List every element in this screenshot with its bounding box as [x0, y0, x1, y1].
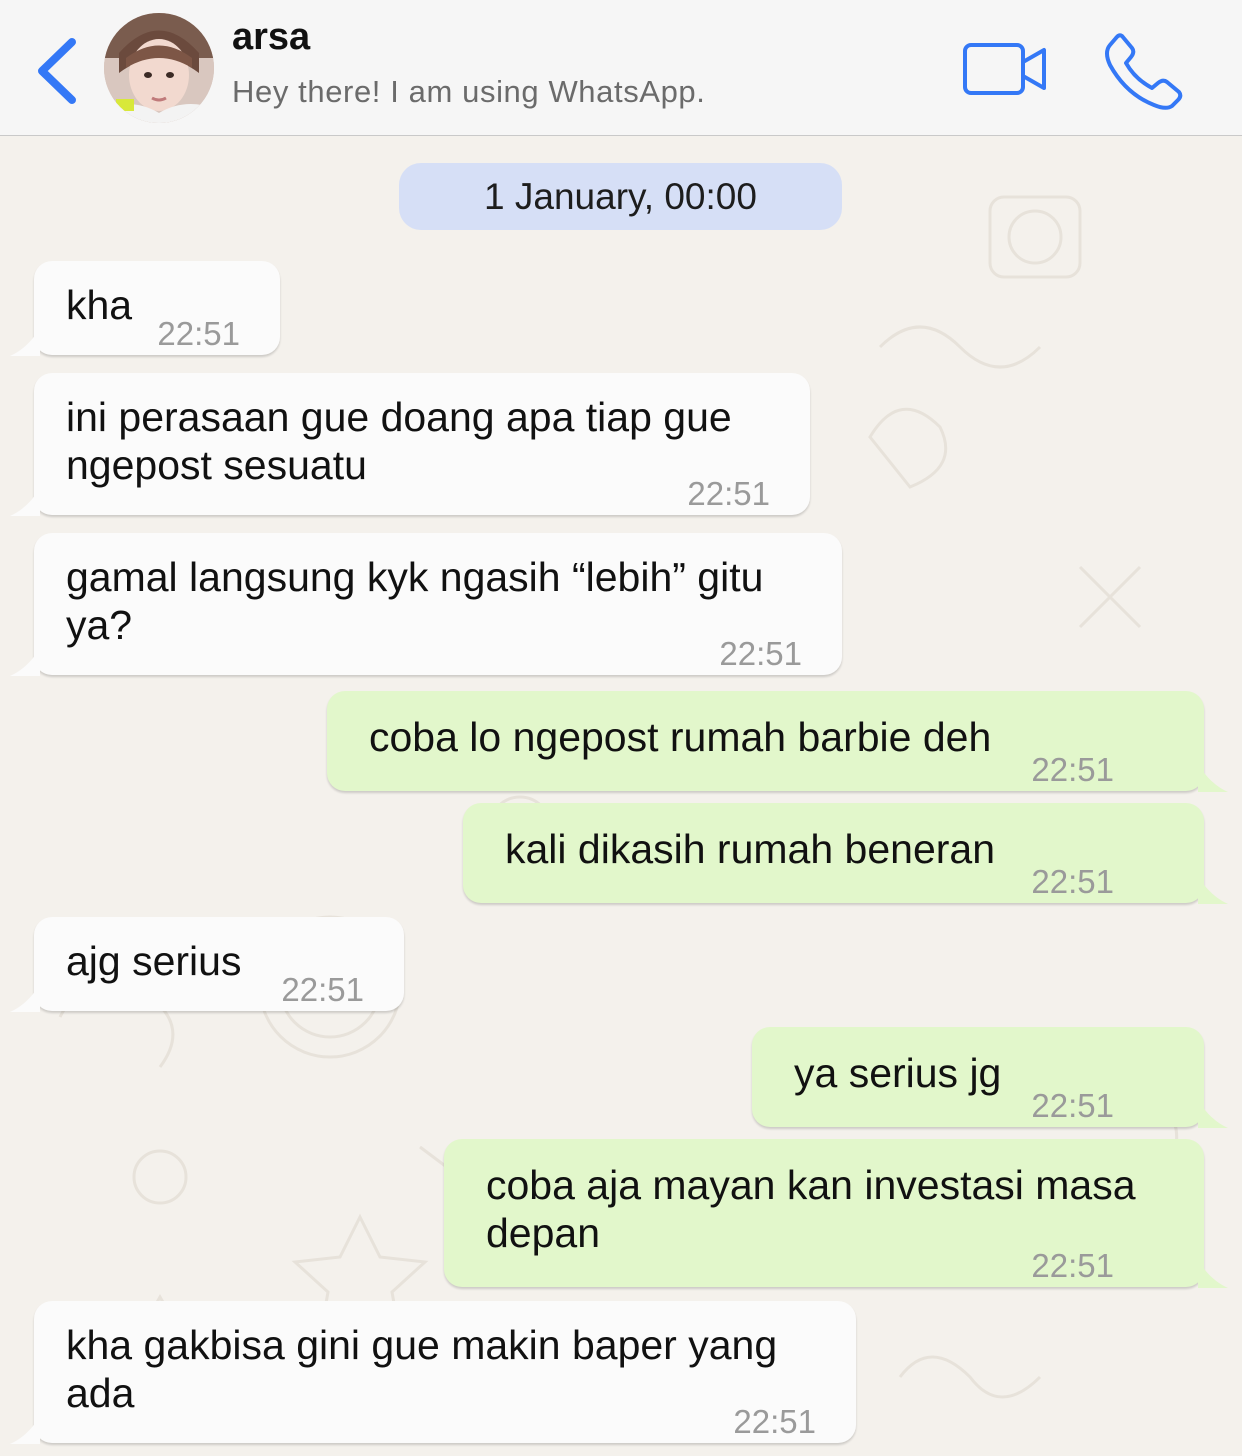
message-text: kha: [66, 282, 133, 328]
contact-name[interactable]: arsa: [232, 16, 310, 59]
message-text: ngepost sesuatu: [66, 442, 367, 488]
message-text: coba lo ngepost rumah barbie deh: [369, 714, 992, 760]
message-time: 22:51: [733, 1403, 816, 1440]
message-bubble-outgoing[interactable]: kali dikasih rumah beneran 22:51: [463, 803, 1228, 904]
message-time: 22:51: [281, 971, 364, 1008]
message-time: 22:51: [719, 635, 802, 672]
bubble-tail: [10, 328, 40, 356]
bubble-tail: [10, 984, 40, 1012]
message-text: ajg serius: [66, 938, 242, 984]
message-time: 22:51: [1031, 751, 1114, 788]
bubble-tail: [10, 1416, 40, 1444]
message-bubble-incoming[interactable]: ini perasaan gue doang apa tiap gue ngep…: [10, 373, 810, 516]
message-text: gamal langsung kyk ngasih “lebih” gitu: [66, 554, 764, 600]
contact-photo: [104, 13, 214, 123]
chevron-left-icon: [38, 38, 76, 104]
message-text: ya serius jg: [794, 1050, 1002, 1096]
message-time: 22:51: [157, 315, 240, 352]
chat-header: arsa Hey there! I am using WhatsApp.: [0, 0, 1242, 136]
video-call-button[interactable]: [962, 40, 1048, 98]
phone-icon: [1105, 33, 1183, 110]
chat-area[interactable]: 1 January, 00:00 kha 22:51 ini perasaan …: [0, 137, 1242, 1456]
message-text: coba aja mayan kan investasi masa: [486, 1162, 1136, 1208]
bubble-tail: [1198, 1260, 1228, 1288]
voice-call-button[interactable]: [1102, 32, 1184, 110]
contact-status: Hey there! I am using WhatsApp.: [232, 74, 706, 109]
message-time: 22:51: [1031, 863, 1114, 900]
message-text: ada: [66, 1370, 135, 1416]
message-bubble-incoming[interactable]: kha gakbisa gini gue makin baper yang ad…: [10, 1301, 856, 1444]
message-bubble-outgoing[interactable]: coba aja mayan kan investasi masa depan …: [444, 1139, 1228, 1288]
message-time: 22:51: [1031, 1087, 1114, 1124]
message-bubble-incoming[interactable]: ajg serius 22:51: [10, 917, 404, 1012]
message-text: kha gakbisa gini gue makin baper yang: [66, 1322, 778, 1368]
avatar[interactable]: [104, 13, 214, 123]
message-text: ya?: [66, 602, 133, 648]
bubble-tail: [1198, 876, 1228, 904]
message-text: depan: [486, 1210, 601, 1256]
date-separator: 1 January, 00:00: [399, 163, 842, 230]
message-bubble-incoming[interactable]: kha 22:51: [10, 261, 280, 356]
message-bubble-outgoing[interactable]: ya serius jg 22:51: [752, 1027, 1228, 1128]
video-camera-icon: [963, 43, 1046, 95]
message-bubble-incoming[interactable]: gamal langsung kyk ngasih “lebih” gitu y…: [10, 533, 842, 676]
message-text: ini perasaan gue doang apa tiap gue: [66, 394, 732, 440]
bubble-tail: [1198, 764, 1228, 792]
message-bubble-outgoing[interactable]: coba lo ngepost rumah barbie deh 22:51: [327, 691, 1228, 792]
message-time: 22:51: [687, 475, 770, 512]
message-text: kali dikasih rumah beneran: [505, 826, 995, 872]
message-time: 22:51: [1031, 1247, 1114, 1284]
bubble-tail: [10, 488, 40, 516]
bubble-tail: [10, 648, 40, 676]
bubble-tail: [1198, 1100, 1228, 1128]
back-button[interactable]: [34, 36, 84, 106]
